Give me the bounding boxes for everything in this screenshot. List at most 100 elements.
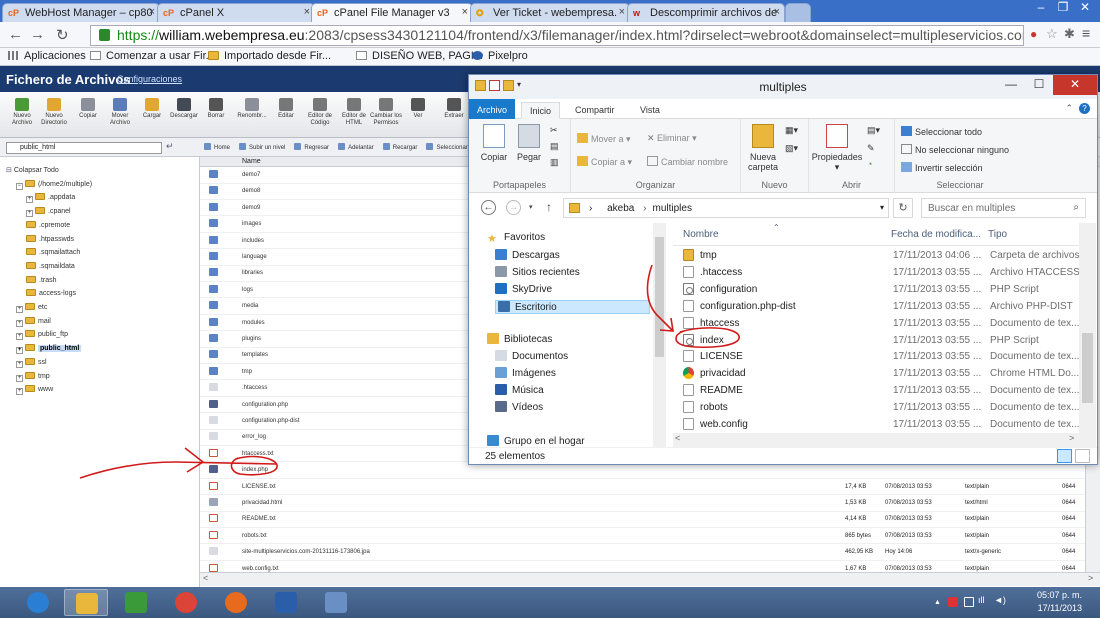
taskbar-app-button[interactable] <box>64 589 108 616</box>
file-row[interactable]: LICENSE 17/11/2013 03:55 ... Documento de … <box>673 348 1079 365</box>
history-icon[interactable]: ◔ <box>867 159 872 169</box>
refresh-icon[interactable]: ↻ <box>893 198 913 218</box>
scrollbar-thumb[interactable] <box>655 237 664 357</box>
extension-puzzle-icon[interactable]: ✱ <box>1064 26 1075 42</box>
close-icon[interactable]: ✕ <box>1053 75 1097 95</box>
explorer-search-input[interactable]: Buscar en multiples ⌕ <box>921 198 1086 218</box>
collapse-ribbon-icon[interactable]: ⌃ <box>1065 103 1073 114</box>
address-bar[interactable]: https://william.webempresa.eu:2083/cpses… <box>90 25 1024 46</box>
clock-time[interactable]: 05:07 p. m. <box>1037 590 1082 600</box>
select-all-button[interactable]: Seleccionar todo <box>901 126 982 137</box>
tab-archivo[interactable]: Archivo <box>469 99 516 119</box>
reload-icon[interactable]: ↻ <box>56 26 69 44</box>
tree-node[interactable]: + www <box>16 385 53 396</box>
close-icon[interactable]: ✕ <box>1074 0 1096 14</box>
toolbar-button[interactable]: Nuevo Archivo <box>6 98 38 127</box>
tab-vista[interactable]: Vista <box>632 102 668 119</box>
volume-icon[interactable]: ◄) <box>994 595 1006 605</box>
tree-node[interactable]: + .cpanel <box>26 207 71 218</box>
tree-node[interactable]: .trash <box>26 275 57 284</box>
antivirus-icon[interactable] <box>948 597 958 607</box>
path-input[interactable]: public_html <box>6 142 162 154</box>
minimize-icon[interactable]: – <box>1030 0 1052 14</box>
taskbar-app-button[interactable] <box>114 589 158 616</box>
name-column-header[interactable]: Name <box>242 158 261 165</box>
tree-node[interactable]: ⊟ Colapsar Todo <box>6 166 59 174</box>
taskbar-app-button[interactable] <box>214 589 258 616</box>
close-tab-icon[interactable]: × <box>774 6 780 18</box>
path-action-button[interactable]: Home <box>204 145 230 151</box>
file-row[interactable]: index 17/11/2013 03:55 ... PHP Script <box>673 332 1079 349</box>
nav-item[interactable]: SkyDrive <box>495 282 552 295</box>
expand-toggle-icon[interactable]: + <box>16 374 23 382</box>
tree-node[interactable]: .sqmaildata <box>26 261 75 270</box>
browser-tab[interactable]: cP cPanel File Manager v3 × <box>311 3 473 22</box>
expand-toggle-icon[interactable]: − <box>16 182 23 190</box>
nav-item[interactable]: Música <box>495 384 544 396</box>
breadcrumb-multiples[interactable]: multiples <box>653 203 692 214</box>
close-tab-icon[interactable]: × <box>304 6 310 18</box>
file-list-horizontal-scrollbar[interactable]: < > <box>200 572 1100 586</box>
file-list-scrollbar[interactable] <box>1079 223 1096 447</box>
navigation-pane-scrollbar[interactable] <box>653 223 666 447</box>
tree-node[interactable]: − (/home2/multiple) <box>16 179 92 190</box>
go-path-icon[interactable]: ↵ <box>166 141 174 152</box>
cut-icon[interactable]: ✂ <box>550 125 558 136</box>
rename-button[interactable]: Cambiar nombre <box>647 156 728 167</box>
back-arrow-icon[interactable]: ← <box>8 26 23 43</box>
help-icon[interactable]: ? <box>1079 103 1090 114</box>
invert-selection-button[interactable]: Invertir selección <box>901 162 983 173</box>
breadcrumb-akeba[interactable]: akeba <box>607 203 634 214</box>
close-tab-icon[interactable]: × <box>149 6 155 18</box>
tree-node[interactable]: .sqmailattach <box>26 248 80 256</box>
toolbar-button[interactable]: Borrar <box>200 98 232 120</box>
toolbar-button[interactable]: Editor de Código <box>304 98 336 127</box>
file-row[interactable]: README.txt 4,14 KB 07/08/2013 03:53 text/pl… <box>200 511 1085 528</box>
toolbar-button[interactable]: Descargar <box>168 98 200 120</box>
file-row[interactable]: LICENSE.txt 17,4 KB 07/08/2013 03:53 text/p… <box>200 479 1085 496</box>
nav-item[interactable]: Grupo en el hogar <box>487 434 585 447</box>
file-list-horizontal-scrollbar[interactable]: < > <box>673 433 1079 447</box>
edit-icon[interactable]: ✎ <box>867 143 875 154</box>
breadcrumb-separator-icon[interactable]: › <box>589 203 592 214</box>
expand-toggle-icon[interactable]: + <box>16 388 23 396</box>
copy-path-icon[interactable]: ▤ <box>550 141 559 152</box>
expand-toggle-icon[interactable]: + <box>26 196 33 204</box>
new-folder-button[interactable]: Nueva carpeta <box>743 124 783 172</box>
toolbar-button[interactable]: Editar <box>270 98 302 120</box>
file-row[interactable]: web.config 17/11/2013 03:55 ... Documento … <box>673 416 1079 433</box>
nav-item[interactable]: Bibliotecas <box>487 333 552 345</box>
file-row[interactable]: tmp 17/11/2013 04:06 ... Carpeta de archiv… <box>673 247 1079 264</box>
tree-node[interactable]: .htpasswds <box>26 234 74 243</box>
toolbar-button[interactable]: Renombr... <box>236 98 268 120</box>
taskbar-app-button[interactable] <box>164 589 208 616</box>
browser-tab[interactable]: w Descomprimir archivos de × <box>627 3 785 22</box>
path-action-button[interactable]: Adelantar <box>338 145 374 151</box>
tree-node[interactable]: + ssl <box>16 357 47 368</box>
paste-shortcut-icon[interactable]: ▥ <box>550 157 559 168</box>
move-to-button[interactable]: Mover a ▾ <box>577 133 631 145</box>
new-tab-button[interactable] <box>785 3 811 22</box>
clock-date[interactable]: 17/11/2013 <box>1038 603 1082 613</box>
chevron-down-icon[interactable]: ▾ <box>880 203 884 212</box>
tree-node[interactable]: + .appdata <box>26 193 75 204</box>
toolbar-button[interactable]: Copiar <box>72 98 104 120</box>
file-row[interactable]: privacidad 17/11/2013 03:55 ... Chrome HTM… <box>673 365 1079 382</box>
file-row[interactable]: robots.txt 865 bytes 07/08/2013 03:53 text/… <box>200 528 1085 545</box>
path-action-button[interactable]: Seleccionar <box>426 145 467 151</box>
new-item-icon[interactable]: ▦▾ <box>785 125 798 136</box>
bookmark-item[interactable]: Importado desde Fir... <box>208 50 331 62</box>
taskbar-app-button[interactable] <box>264 589 308 616</box>
tab-compartir[interactable]: Compartir <box>567 102 623 119</box>
scroll-right-icon[interactable]: > <box>1069 433 1074 443</box>
scrollbar-thumb[interactable] <box>1082 333 1093 403</box>
browser-tab[interactable]: cP WebHost Manager – cp80 × <box>2 3 160 22</box>
file-row[interactable]: README 17/11/2013 03:55 ... Documento de t… <box>673 382 1079 399</box>
file-row[interactable]: configuration.php-dist 17/11/2013 03:55 .… <box>673 298 1079 315</box>
back-arrow-icon[interactable]: ← <box>481 200 496 215</box>
close-tab-icon[interactable]: × <box>619 6 625 18</box>
bookmark-item[interactable]: Comenzar a usar Fir... <box>90 50 215 62</box>
menu-icon[interactable]: ≡ <box>1082 25 1090 41</box>
up-arrow-icon[interactable]: ↑ <box>546 200 552 214</box>
file-row[interactable]: site-multipleservicios.com-20131116-1738… <box>200 544 1085 561</box>
